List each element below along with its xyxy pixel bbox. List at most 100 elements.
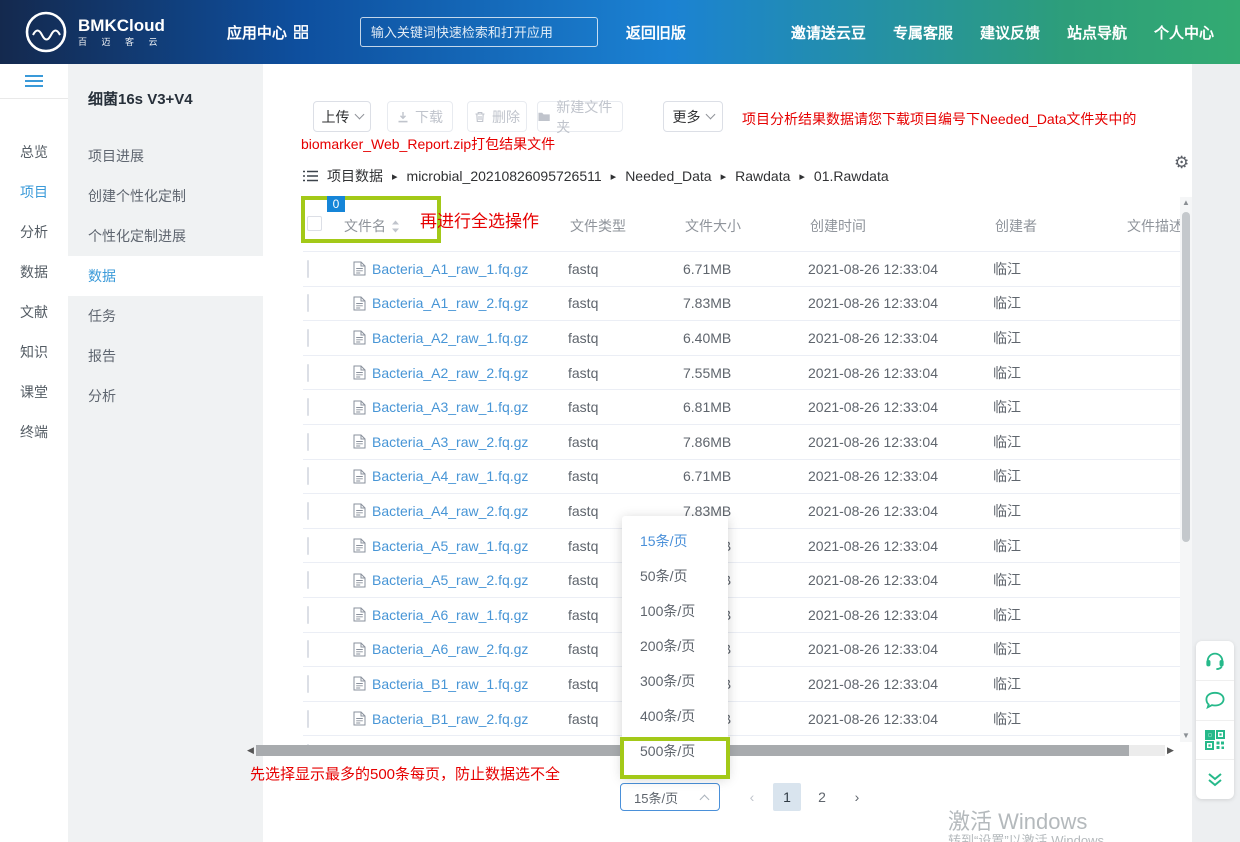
file-link[interactable]: Bacteria_A5_raw_1.fq.gz <box>372 538 528 554</box>
header-nav-link[interactable]: 专属客服 <box>893 22 953 43</box>
row-checkbox[interactable] <box>307 329 309 347</box>
scroll-left-arrow-icon[interactable]: ◀ <box>245 745 256 756</box>
row-checkbox[interactable] <box>307 398 309 416</box>
scroll-up-arrow-icon[interactable]: ▲ <box>1182 197 1190 209</box>
prev-page-button[interactable]: ‹ <box>738 783 766 811</box>
sidebar-item-终端[interactable]: 终端 <box>0 412 68 452</box>
page-size-option[interactable]: 300条/页 <box>622 664 728 699</box>
page-button-2[interactable]: 2 <box>808 783 836 811</box>
project-menu-item-报告[interactable]: 报告 <box>68 336 263 376</box>
next-page-button[interactable]: › <box>843 783 871 811</box>
page-button-1[interactable]: 1 <box>773 783 801 811</box>
scroll-down-arrow-icon[interactable]: ▼ <box>1182 730 1190 742</box>
page-size-option[interactable]: 500条/页 <box>622 734 728 769</box>
breadcrumb-root[interactable]: 项目数据 <box>327 166 383 186</box>
file-link[interactable]: Bacteria_A1_raw_1.fq.gz <box>372 261 528 277</box>
collapse-button[interactable] <box>1196 760 1234 799</box>
sidebar-item-知识[interactable]: 知识 <box>0 332 68 372</box>
column-filesize[interactable]: 文件大小 <box>685 216 741 236</box>
row-checkbox[interactable] <box>307 606 309 624</box>
filename-cell: Bacteria_A4_raw_1.fq.gz <box>353 468 568 484</box>
column-creator[interactable]: 创建者 <box>995 216 1037 236</box>
scroll-right-arrow-icon[interactable]: ▶ <box>1165 745 1176 756</box>
file-link[interactable]: Bacteria_B1_raw_2.fq.gz <box>372 711 528 727</box>
row-check-cell <box>303 399 353 415</box>
upload-button[interactable]: 上传 <box>313 101 371 132</box>
sidebar-toggle-button[interactable] <box>0 64 68 99</box>
row-checkbox[interactable] <box>307 710 309 728</box>
sidebar-item-项目[interactable]: 项目 <box>0 172 68 212</box>
file-link[interactable]: Bacteria_A6_raw_2.fq.gz <box>372 641 528 657</box>
project-menu-item-创建个性化定制[interactable]: 创建个性化定制 <box>68 176 263 216</box>
row-checkbox[interactable] <box>307 433 309 451</box>
project-menu-item-分析[interactable]: 分析 <box>68 376 263 416</box>
column-filename[interactable]: 文件名 <box>344 216 400 236</box>
row-checkbox[interactable] <box>307 260 309 278</box>
qr-code-button[interactable] <box>1196 721 1234 761</box>
delete-button[interactable]: 删除 <box>467 101 527 132</box>
project-menu-item-任务[interactable]: 任务 <box>68 296 263 336</box>
row-check-cell <box>303 676 353 692</box>
brand-logo[interactable]: BMKCloud 百 迈 客 云 <box>24 10 165 54</box>
row-checkbox[interactable] <box>307 640 309 658</box>
row-checkbox[interactable] <box>307 537 309 555</box>
download-button[interactable]: 下载 <box>387 101 453 132</box>
project-menu-item-项目进展[interactable]: 项目进展 <box>68 136 263 176</box>
new-folder-button[interactable]: 新建文件夹 <box>537 101 623 132</box>
app-center-button[interactable]: 应用中心 <box>227 22 308 43</box>
project-menu-item-数据[interactable]: 数据 <box>68 256 263 296</box>
file-link[interactable]: Bacteria_A3_raw_2.fq.gz <box>372 434 528 450</box>
page-size-option[interactable]: 100条/页 <box>622 594 728 629</box>
more-button[interactable]: 更多 <box>663 101 723 132</box>
file-link[interactable]: Bacteria_A1_raw_2.fq.gz <box>372 295 528 311</box>
file-link[interactable]: Bacteria_A5_raw_2.fq.gz <box>372 572 528 588</box>
sidebar-item-课堂[interactable]: 课堂 <box>0 372 68 412</box>
row-checkbox[interactable] <box>307 294 309 312</box>
row-checkbox[interactable] <box>307 364 309 382</box>
row-checkbox[interactable] <box>307 571 309 589</box>
customer-service-button[interactable] <box>1196 641 1234 681</box>
chevron-down-icon <box>354 110 364 120</box>
page-size-option[interactable]: 400条/页 <box>622 699 728 734</box>
select-all-checkbox[interactable] <box>307 216 322 231</box>
header-nav-link[interactable]: 站点导航 <box>1067 22 1127 43</box>
row-checkbox[interactable] <box>307 675 309 693</box>
page-size-option[interactable]: 15条/页 <box>622 524 728 559</box>
file-link[interactable]: Bacteria_A2_raw_2.fq.gz <box>372 365 528 381</box>
header-nav-link[interactable]: 个人中心 <box>1154 22 1214 43</box>
breadcrumb-item[interactable]: Rawdata <box>735 168 790 184</box>
vertical-scrollbar[interactable]: ▲ ▼ <box>1180 197 1192 742</box>
page-size-option[interactable]: 50条/页 <box>622 559 728 594</box>
page-size-select[interactable]: 15条/页 <box>620 783 720 811</box>
sidebar-item-数据[interactable]: 数据 <box>0 252 68 292</box>
sort-icon[interactable] <box>391 220 400 233</box>
chat-button[interactable] <box>1196 681 1234 721</box>
table-row: Bacteria_A1_raw_2.fq.gz fastq 7.83MB 202… <box>303 287 1180 322</box>
gear-icon[interactable]: ⚙ <box>1174 153 1189 173</box>
row-checkbox[interactable] <box>307 502 309 520</box>
column-filetype[interactable]: 文件类型 <box>570 216 626 236</box>
search-input[interactable] <box>360 17 598 47</box>
breadcrumb-item[interactable]: Needed_Data <box>625 168 711 184</box>
file-link[interactable]: Bacteria_A4_raw_2.fq.gz <box>372 503 528 519</box>
column-created[interactable]: 创建时间 <box>810 216 866 236</box>
file-link[interactable]: Bacteria_A2_raw_1.fq.gz <box>372 330 528 346</box>
sidebar-item-分析[interactable]: 分析 <box>0 212 68 252</box>
back-to-old-link[interactable]: 返回旧版 <box>626 22 686 43</box>
file-link[interactable]: Bacteria_A4_raw_1.fq.gz <box>372 468 528 484</box>
project-menu-item-个性化定制进展[interactable]: 个性化定制进展 <box>68 216 263 256</box>
header-nav-link[interactable]: 建议反馈 <box>980 22 1040 43</box>
header-nav-link[interactable]: 邀请送云豆 <box>791 22 866 43</box>
breadcrumb-item[interactable]: microbial_20210826095726511 <box>407 168 602 184</box>
column-description[interactable]: 文件描述 <box>1127 216 1180 236</box>
sidebar-item-文献[interactable]: 文献 <box>0 292 68 332</box>
row-checkbox[interactable] <box>307 467 309 485</box>
breadcrumb-item[interactable]: 01.Rawdata <box>814 168 889 184</box>
vertical-scroll-thumb[interactable] <box>1182 212 1190 542</box>
file-link[interactable]: Bacteria_B1_raw_1.fq.gz <box>372 676 528 692</box>
file-link[interactable]: Bacteria_A3_raw_1.fq.gz <box>372 399 528 415</box>
creator-cell: 临江 <box>993 709 1128 729</box>
sidebar-item-总览[interactable]: 总览 <box>0 132 68 172</box>
file-link[interactable]: Bacteria_A6_raw_1.fq.gz <box>372 607 528 623</box>
page-size-option[interactable]: 200条/页 <box>622 629 728 664</box>
